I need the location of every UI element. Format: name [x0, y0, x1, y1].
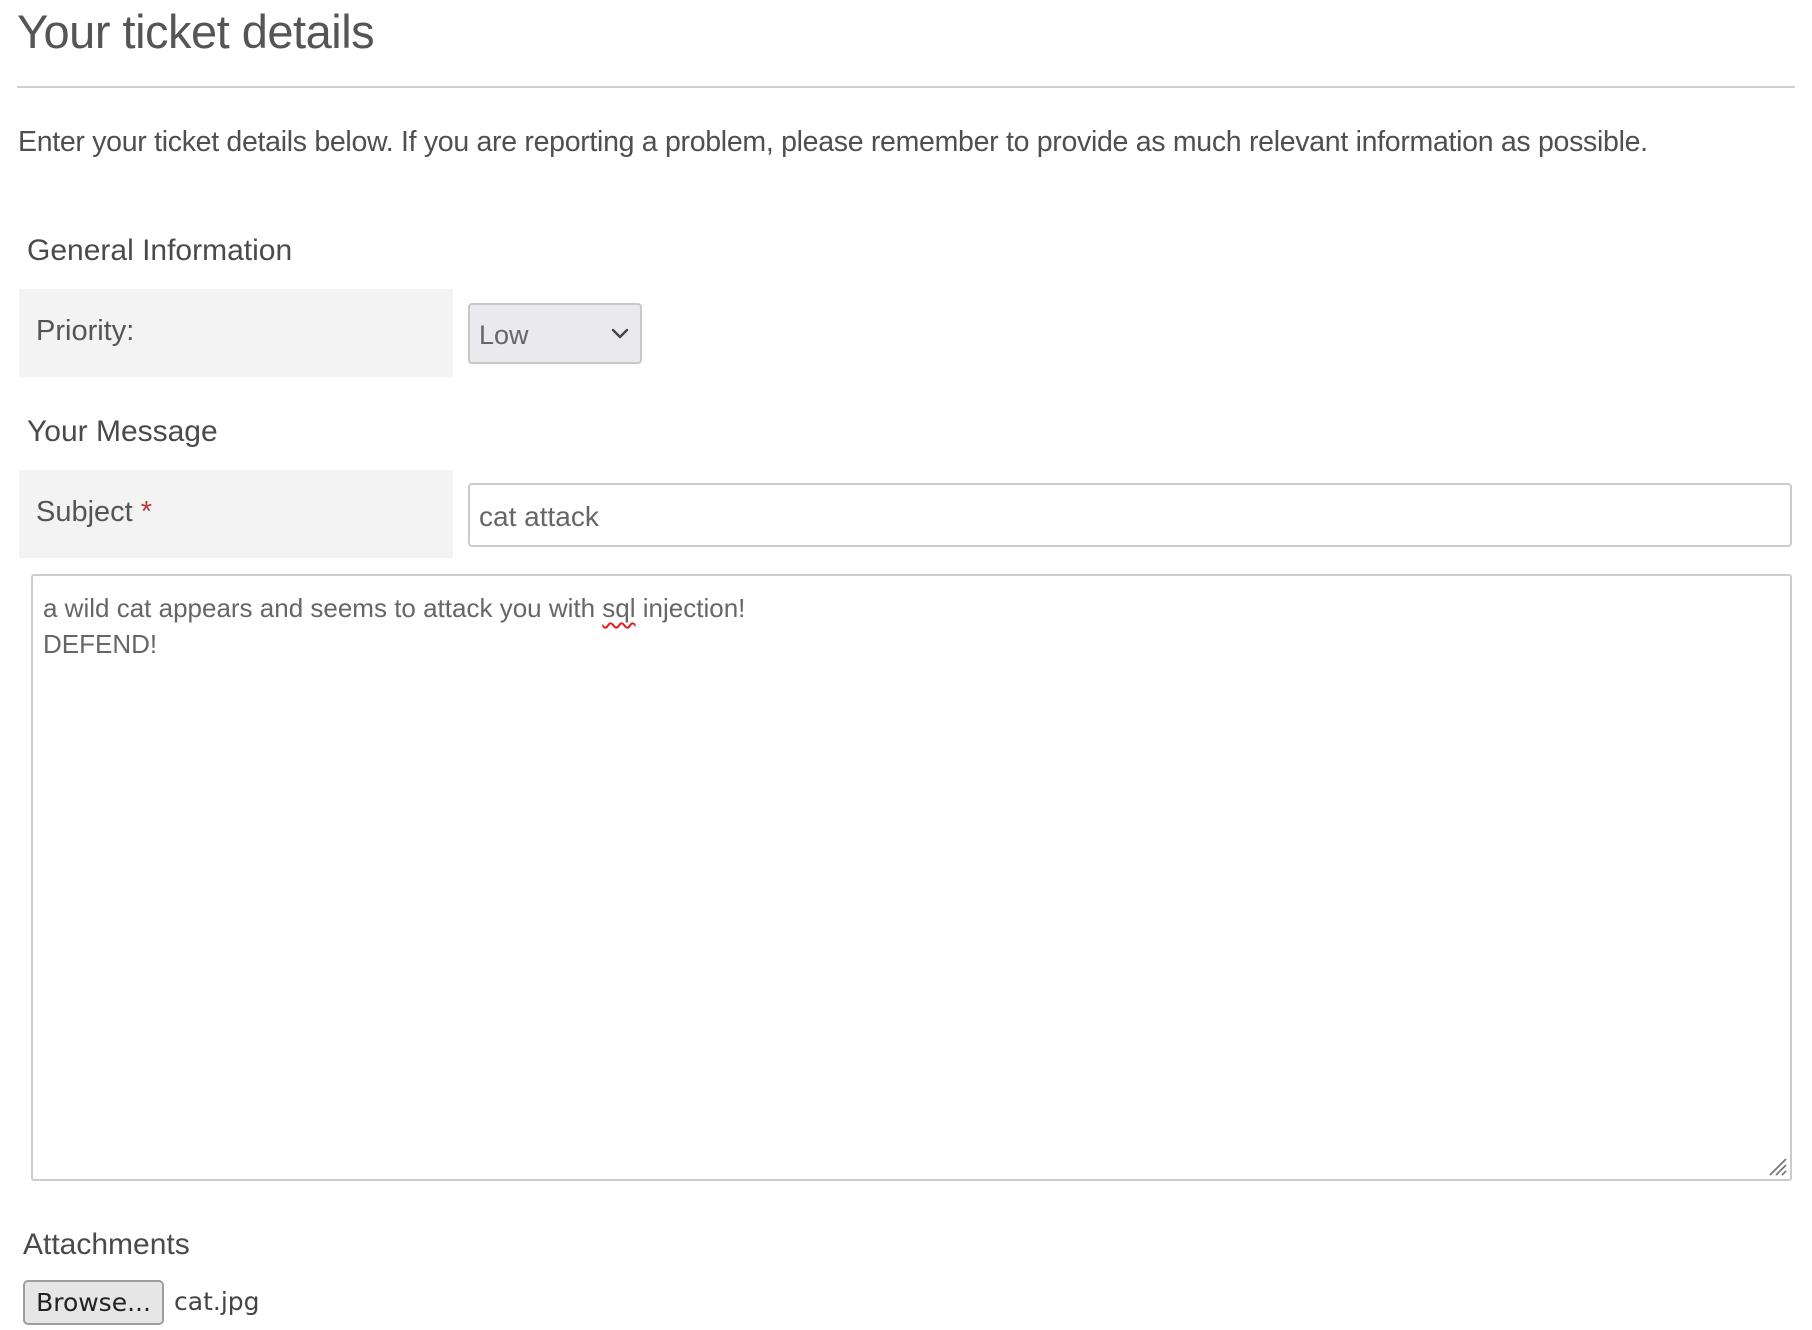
- ticket-details-page: Your ticket details Enter your ticket de…: [0, 0, 1812, 1330]
- browse-button[interactable]: Browse...: [23, 1280, 164, 1325]
- subject-input-value: cat attack: [479, 501, 599, 532]
- page-title: Your ticket details: [17, 5, 375, 58]
- priority-label: Priority:: [36, 315, 135, 347]
- attached-file-name: cat.jpg: [174, 1287, 260, 1316]
- required-marker: *: [140, 496, 153, 528]
- your-message-heading: Your Message: [27, 415, 218, 448]
- priority-selected-value: Low: [479, 320, 529, 350]
- intro-text: Enter your ticket details below. If you …: [18, 126, 1648, 158]
- message-line-2: DEFEND!: [43, 629, 158, 659]
- misspelled-word: sql: [602, 593, 636, 623]
- resize-grip-icon[interactable]: [1766, 1155, 1788, 1177]
- priority-select[interactable]: Low: [468, 303, 642, 364]
- title-divider: [17, 86, 1795, 88]
- message-line-1-end: injection!: [635, 593, 746, 623]
- message-textarea[interactable]: a wild cat appears and seems to attack y…: [31, 574, 1792, 1181]
- priority-label-cell: Priority:: [19, 289, 453, 377]
- chevron-down-icon: [611, 328, 629, 339]
- subject-label-cell: Subject *: [19, 470, 453, 558]
- subject-input[interactable]: cat attack: [468, 483, 1792, 547]
- attachments-heading: Attachments: [23, 1228, 190, 1261]
- subject-label-text: Subject: [36, 496, 133, 528]
- message-line-1: a wild cat appears and seems to attack y…: [43, 593, 745, 624]
- message-line-1-start: a wild cat appears and seems to attack y…: [43, 593, 603, 623]
- general-information-heading: General Information: [27, 234, 293, 267]
- subject-label: Subject *: [36, 496, 152, 529]
